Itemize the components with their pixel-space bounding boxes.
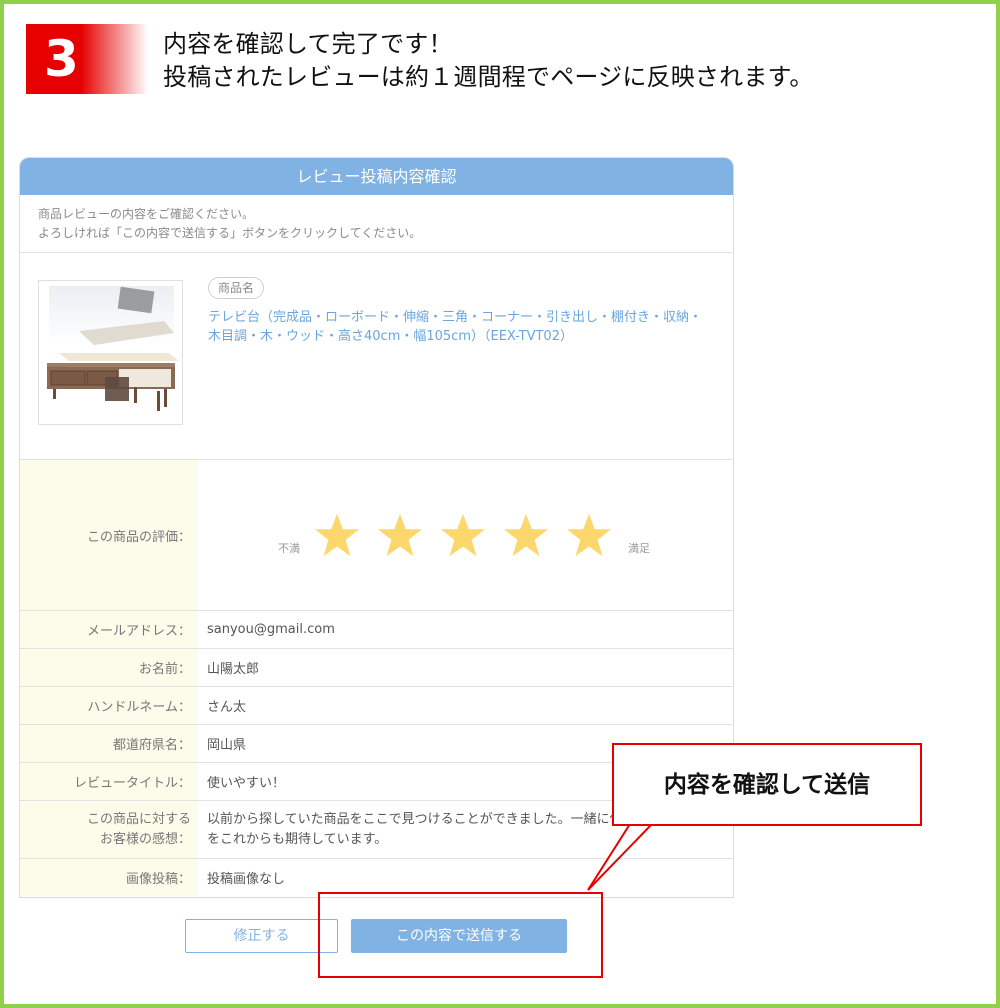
product-name-line1: テレビ台（完成品・ローボード・伸縮・三角・コーナー・引き出し・棚付き・収納・ (208, 310, 703, 325)
rating-low-label: 不満 (278, 542, 300, 555)
star-icon[interactable] (376, 512, 424, 560)
impression-value-line1: 以前から探していた商品をここで見つけることができました。一緒に使 (207, 811, 623, 827)
field-row-image: 画像投稿： 投稿画像なし (20, 859, 733, 896)
star-icon[interactable] (313, 512, 361, 560)
product-image (38, 280, 183, 425)
panel-intro: 商品レビューの内容をご確認ください。 よろしければ「この内容で送信する」ボタンを… (20, 195, 733, 253)
impression-label-line1: この商品に対する (86, 811, 191, 827)
rating-value: 不満 満足 (198, 460, 733, 610)
callout-text: 内容を確認して送信 (663, 772, 871, 798)
step-number: 3 (44, 30, 79, 88)
product-name-link[interactable]: テレビ台（完成品・ローボード・伸縮・三角・コーナー・引き出し・棚付き・収納・ 木… (208, 308, 718, 346)
impression-value-line2: をこれからも期待しています。 (207, 831, 388, 847)
field-value: 山陽太郎 (207, 662, 260, 677)
field-label: お名前： (20, 649, 198, 686)
field-row-name: お名前： 山陽太郎 (20, 649, 733, 687)
field-label: 画像投稿： (20, 859, 198, 896)
field-row-handle: ハンドルネーム： さん太 (20, 687, 733, 725)
star-icon[interactable] (439, 512, 487, 560)
field-label: 都道府県名： (20, 725, 198, 762)
product-name-line2: 木目調・木・ウッド・高さ40cm・幅105cm）（EEX-TVT02） (208, 329, 573, 344)
field-value: さん太 (207, 700, 247, 715)
edit-button[interactable]: 修正する (185, 919, 338, 953)
product-name-badge: 商品名 (208, 277, 265, 299)
step-badge: 3 (26, 24, 148, 94)
step-heading-line1: 内容を確認して完了です！ (163, 30, 453, 58)
panel-title: レビュー投稿内容確認 (20, 158, 733, 195)
field-label: レビュータイトル： (20, 763, 198, 800)
callout-box: 内容を確認して送信 (612, 743, 922, 826)
submit-highlight-box (318, 892, 603, 978)
step-heading-line2: 投稿されたレビューは約１週間程でページに反映されます。 (163, 63, 814, 91)
field-label: この商品に対する お客様の感想： (20, 801, 198, 858)
intro-line1: 商品レビューの内容をご確認ください。 (38, 207, 255, 221)
star-icon[interactable] (502, 512, 550, 560)
star-rating (313, 512, 613, 560)
impression-label-line2: お客様の感想： (99, 831, 191, 847)
field-label: メールアドレス： (20, 611, 198, 648)
field-value: sanyou@gmail.com (207, 622, 335, 637)
step-heading: 内容を確認して完了です！ 投稿されたレビューは約１週間程でページに反映されます。 (163, 28, 814, 94)
field-label: ハンドルネーム： (20, 687, 198, 724)
field-row-email: メールアドレス： sanyou@gmail.com (20, 611, 733, 649)
rating-high-label: 満足 (628, 542, 650, 555)
intro-line2: よろしければ「この内容で送信する」ボタンをクリックしてください。 (38, 226, 422, 240)
product-section: 商品名 テレビ台（完成品・ローボード・伸縮・三角・コーナー・引き出し・棚付き・収… (20, 253, 733, 460)
star-icon[interactable] (565, 512, 613, 560)
field-value: 投稿画像なし (207, 872, 286, 887)
rating-row: この商品の評価： 不満 満足 (20, 460, 733, 611)
rating-label: この商品の評価： (20, 460, 198, 610)
